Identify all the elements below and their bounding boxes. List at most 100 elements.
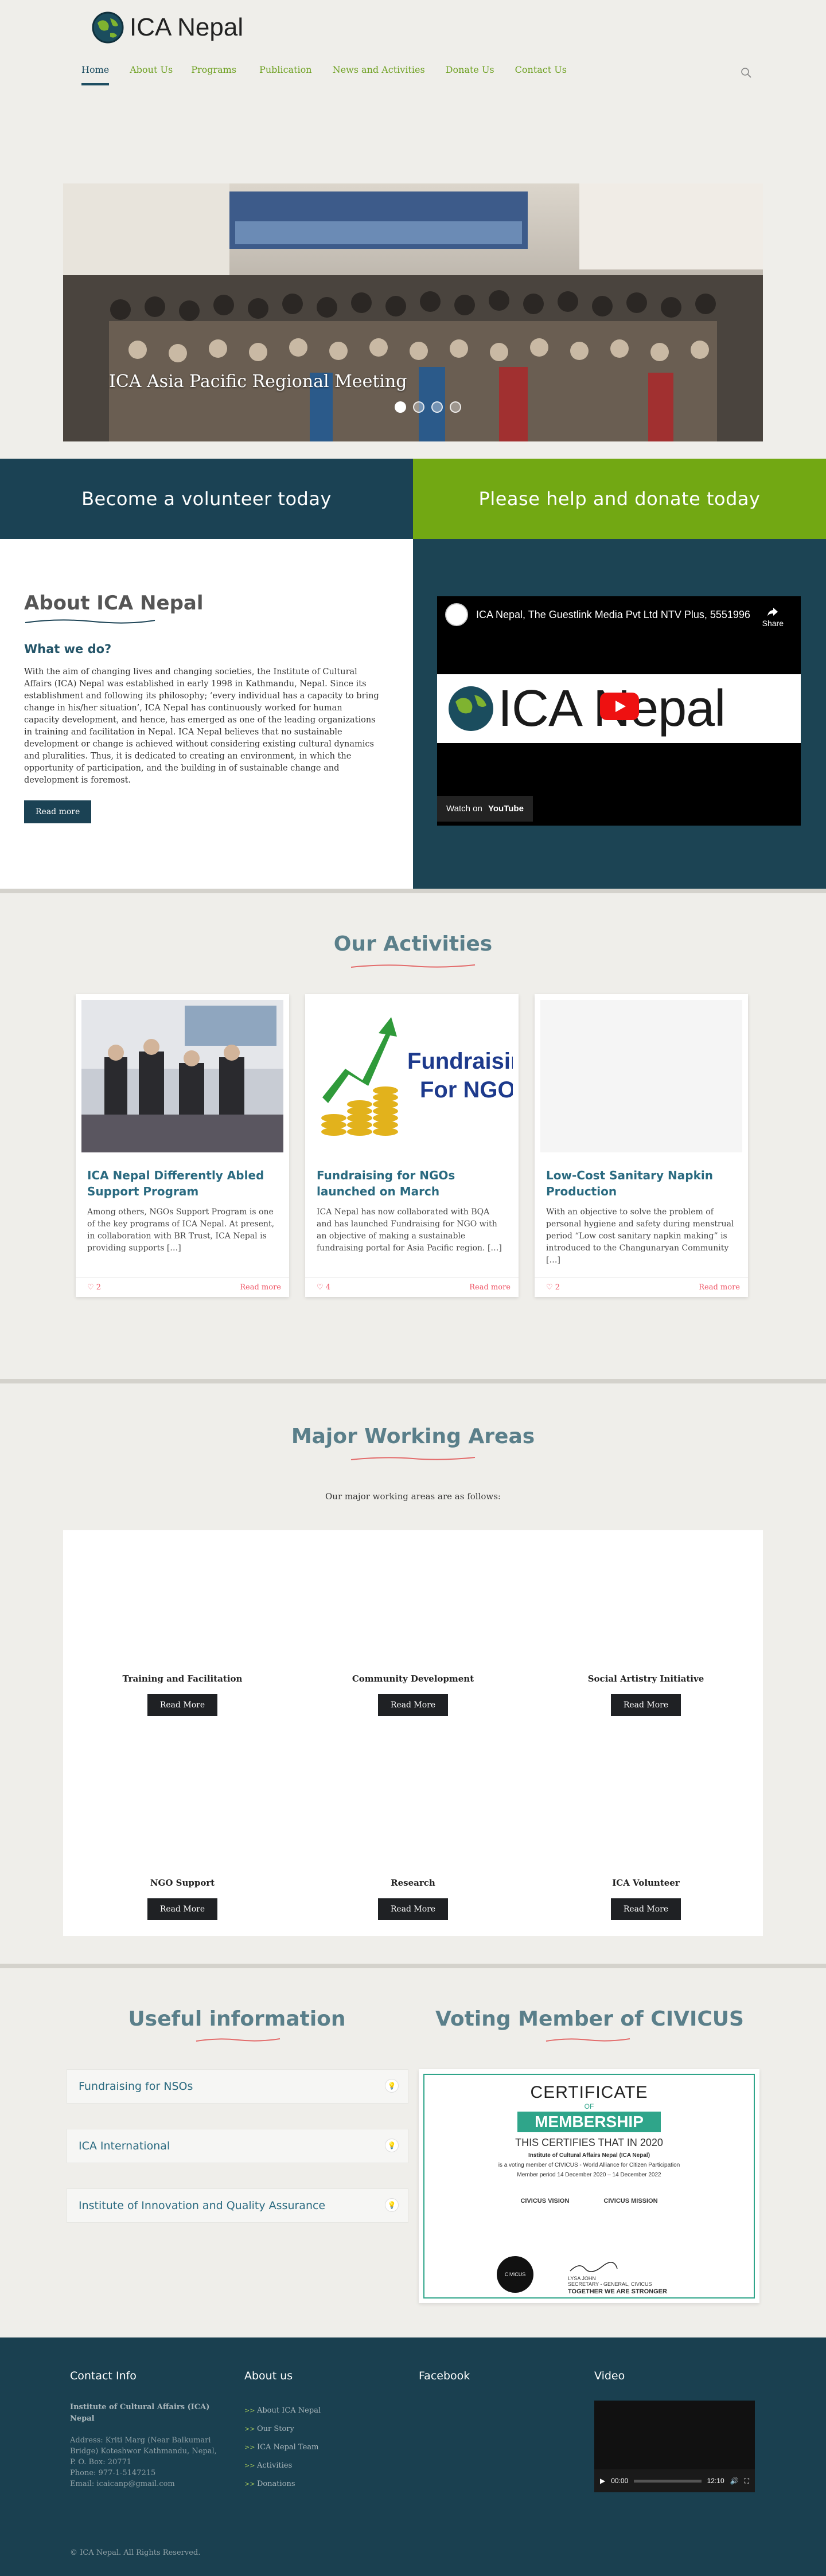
civicus-title: Voting Member of CIVICUS: [435, 2007, 744, 2031]
lightbulb-icon[interactable]: 💡: [385, 2079, 399, 2093]
accordion-item[interactable]: Institute of Innovation and Quality Assu…: [67, 2188, 408, 2223]
about-read-more-button[interactable]: Read more: [24, 800, 92, 823]
card-likes[interactable]: ♡ 4: [317, 1283, 330, 1292]
footer-link[interactable]: About ICA Nepal: [244, 2402, 382, 2420]
youtube-label: YouTube: [488, 804, 524, 814]
certificate-period: Member period 14 December 2020 – 14 Dece…: [517, 2172, 661, 2178]
hero-slider[interactable]: ICA Asia Pacific Regional Meeting: [63, 183, 763, 441]
card-read-more[interactable]: Read more: [699, 1283, 740, 1292]
main-nav: Home About Us Programs Publication News …: [81, 64, 567, 85]
lightbulb-icon[interactable]: 💡: [385, 2139, 399, 2152]
read-more-button[interactable]: Read More: [147, 1898, 218, 1920]
slider-dot[interactable]: [450, 401, 461, 413]
video-progress-bar[interactable]: [634, 2479, 702, 2483]
civicus-seal: CIVICUS: [497, 2256, 533, 2293]
volunteer-cta-label: Become a volunteer today: [81, 488, 332, 510]
activity-card[interactable]: Low-Cost Sanitary Napkin Production With…: [535, 994, 748, 1297]
read-more-button[interactable]: Read More: [610, 1898, 681, 1920]
card-title[interactable]: Low-Cost Sanitary Napkin Production: [546, 1167, 735, 1199]
read-more-button[interactable]: Read More: [610, 1694, 681, 1716]
card-read-more[interactable]: Read more: [240, 1283, 281, 1292]
accordion-label[interactable]: Fundraising for NSOs: [67, 2070, 408, 2103]
channel-avatar[interactable]: [445, 603, 468, 626]
share-button[interactable]: Share: [762, 607, 784, 628]
footer-video-player[interactable]: ▶ 00:00 12:10 🔊 ⛶: [594, 2401, 755, 2492]
nav-news-activities[interactable]: News and Activities: [333, 64, 425, 85]
accordion-item[interactable]: Fundraising for NSOs 💡: [67, 2069, 408, 2104]
play-icon[interactable]: [600, 693, 639, 720]
card-image[interactable]: [81, 1000, 283, 1152]
certificate-tagline: TOGETHER WE ARE STRONGER: [568, 2288, 667, 2295]
card-image-text: For NGOs: [420, 1077, 513, 1103]
slider-dot[interactable]: [431, 401, 443, 413]
read-more-button[interactable]: Read More: [377, 1694, 449, 1716]
activity-card[interactable]: ICA Nepal Differently Abled Support Prog…: [76, 994, 289, 1297]
share-icon: [767, 608, 778, 616]
donate-cta[interactable]: Please help and donate today: [413, 459, 826, 539]
site-logo[interactable]: ICA Nepal: [91, 10, 243, 45]
volume-icon[interactable]: 🔊: [730, 2477, 739, 2485]
certificate-line1: THIS CERTIFIES THAT IN 2020: [515, 2137, 663, 2148]
copyright-text: © ICA Nepal. All Rights Reserved.: [70, 2548, 201, 2557]
card-image[interactable]: [540, 1000, 742, 1152]
about-section: About ICA Nepal What we do? With the aim…: [0, 539, 826, 889]
footer-link[interactable]: Donations: [244, 2475, 382, 2493]
about-text: With the aim of changing lives and chang…: [24, 667, 379, 785]
footer-link[interactable]: Activities: [244, 2457, 382, 2475]
nav-donate-us[interactable]: Donate Us: [446, 64, 494, 85]
useful-info-title: Useful information: [128, 2007, 346, 2031]
site-footer: Contact Info Institute of Cultural Affai…: [0, 2337, 826, 2576]
slider-dot[interactable]: [413, 401, 424, 413]
working-areas-section: Major Working Areas Our major working ar…: [0, 1379, 826, 1964]
nav-about-us[interactable]: About Us: [130, 64, 173, 85]
slider-dot[interactable]: [395, 401, 406, 413]
volunteer-cta[interactable]: Become a volunteer today: [0, 459, 413, 539]
footer-link[interactable]: ICA Nepal Team: [244, 2438, 382, 2457]
about-video-panel: ICA Nepal, The Guestlink Media Pvt Ltd N…: [413, 539, 826, 889]
card-title[interactable]: Fundraising for NGOs launched on March: [317, 1167, 506, 1199]
watch-on-youtube[interactable]: Watch on YouTube: [437, 796, 533, 822]
card-read-more[interactable]: Read more: [469, 1283, 511, 1292]
video-title[interactable]: ICA Nepal, The Guestlink Media Pvt Ltd N…: [476, 609, 750, 621]
lightbulb-icon[interactable]: 💡: [385, 2198, 399, 2212]
card-likes[interactable]: ♡ 2: [546, 1283, 560, 1292]
site-name: ICA Nepal: [130, 13, 244, 41]
working-area-name: Social Artistry Initiative: [587, 1674, 704, 1684]
card-title[interactable]: ICA Nepal Differently Abled Support Prog…: [87, 1167, 276, 1199]
accordion-label[interactable]: Institute of Innovation and Quality Assu…: [67, 2189, 408, 2222]
watch-on-label: Watch on: [446, 804, 482, 814]
play-icon[interactable]: ▶: [600, 2477, 605, 2485]
video-controls: ▶ 00:00 12:10 🔊 ⛶: [594, 2469, 755, 2492]
accordion-item[interactable]: ICA International 💡: [67, 2129, 408, 2163]
youtube-embed[interactable]: ICA Nepal, The Guestlink Media Pvt Ltd N…: [437, 596, 801, 826]
card-image[interactable]: Fundraising For NGOs: [311, 1000, 513, 1152]
footer-link[interactable]: Our Story: [244, 2420, 382, 2438]
nav-programs[interactable]: Programs: [191, 64, 236, 85]
accordion-label[interactable]: ICA International: [67, 2129, 408, 2163]
card-image-text: Fundraising: [407, 1049, 513, 1074]
about-content: About ICA Nepal What we do? With the aim…: [0, 539, 413, 889]
certificate-heading: CERTIFICATE: [530, 2083, 648, 2102]
video-duration: 12:10: [707, 2477, 724, 2485]
activity-card[interactable]: Fundraising For NGOs Fundraising for NGO…: [305, 994, 519, 1297]
certificate-org: Institute of Cultural Affairs Nepal (ICA…: [528, 2152, 650, 2159]
read-more-button[interactable]: Read More: [147, 1694, 218, 1716]
fullscreen-icon[interactable]: ⛶: [745, 2477, 749, 2485]
card-footer: ♡ 4 Read more: [305, 1277, 519, 1297]
footer-links: About ICA Nepal Our Story ICA Nepal Team…: [244, 2402, 382, 2493]
nav-home[interactable]: Home: [81, 64, 110, 85]
useful-info-section: Useful information Voting Member of CIVI…: [0, 1964, 826, 2337]
card-excerpt: With an objective to solve the problem o…: [546, 1207, 734, 1265]
search-icon[interactable]: [740, 67, 753, 79]
working-area-name: Research: [391, 1878, 435, 1888]
card-likes[interactable]: ♡ 2: [87, 1283, 101, 1292]
globe-logo-icon: [92, 11, 124, 44]
nav-contact-us[interactable]: Contact Us: [515, 64, 567, 85]
read-more-button[interactable]: Read More: [377, 1898, 449, 1920]
underline-squiggle: [25, 619, 155, 624]
footer-about: About us About ICA Nepal Our Story ICA N…: [244, 2370, 382, 2493]
working-area-name: ICA Volunteer: [612, 1878, 680, 1888]
nav-publication[interactable]: Publication: [259, 64, 312, 85]
working-areas-subtitle: Our major working areas are as follows:: [325, 1491, 501, 1502]
card-excerpt: ICA Nepal has now collaborated with BQA …: [317, 1207, 502, 1253]
